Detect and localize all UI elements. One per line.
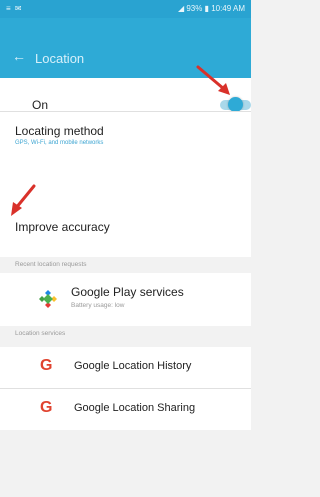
section-header-services-label: Location services <box>15 330 66 337</box>
google-g-icon: G <box>40 357 53 374</box>
list-item-subtitle: Battery usage: low <box>71 302 125 309</box>
list-item[interactable]: G Google Location History <box>0 347 251 388</box>
status-bar-right: ◢ 93% ▮ 10:49 AM <box>177 4 245 13</box>
improve-accuracy-label: Improve accuracy <box>15 220 110 234</box>
locating-method-row[interactable]: Locating method GPS, Wi-Fi, and mobile n… <box>0 112 251 150</box>
list-item[interactable]: Google Play services Battery usage: low <box>0 273 251 326</box>
back-arrow-icon[interactable]: ← <box>12 49 26 63</box>
list-item-title: Google Location Sharing <box>74 402 196 414</box>
list-item-title: Google Location History <box>74 360 192 372</box>
google-g-icon: G <box>40 399 53 416</box>
google-play-services-icon <box>39 290 57 308</box>
section-header-recent: Recent location requests <box>0 257 251 273</box>
page-title: Location <box>35 51 85 66</box>
annotation-arrow-icon <box>11 184 36 216</box>
list-item-title: Google Play services <box>71 285 184 299</box>
status-bar-left: ≡ ✉ <box>6 4 23 13</box>
section-header-services: Location services <box>0 326 251 342</box>
section-header-recent-label: Recent location requests <box>15 261 87 268</box>
list-item[interactable]: G Google Location Sharing <box>0 389 251 430</box>
locating-method-label: Locating method <box>15 124 104 138</box>
master-switch-label: On <box>32 98 49 112</box>
locating-method-value: GPS, Wi-Fi, and mobile networks <box>15 140 104 146</box>
annotation-arrow-icon <box>196 65 230 95</box>
status-bar: ≡ ✉ ◢ 93% ▮ 10:49 AM <box>0 0 251 18</box>
